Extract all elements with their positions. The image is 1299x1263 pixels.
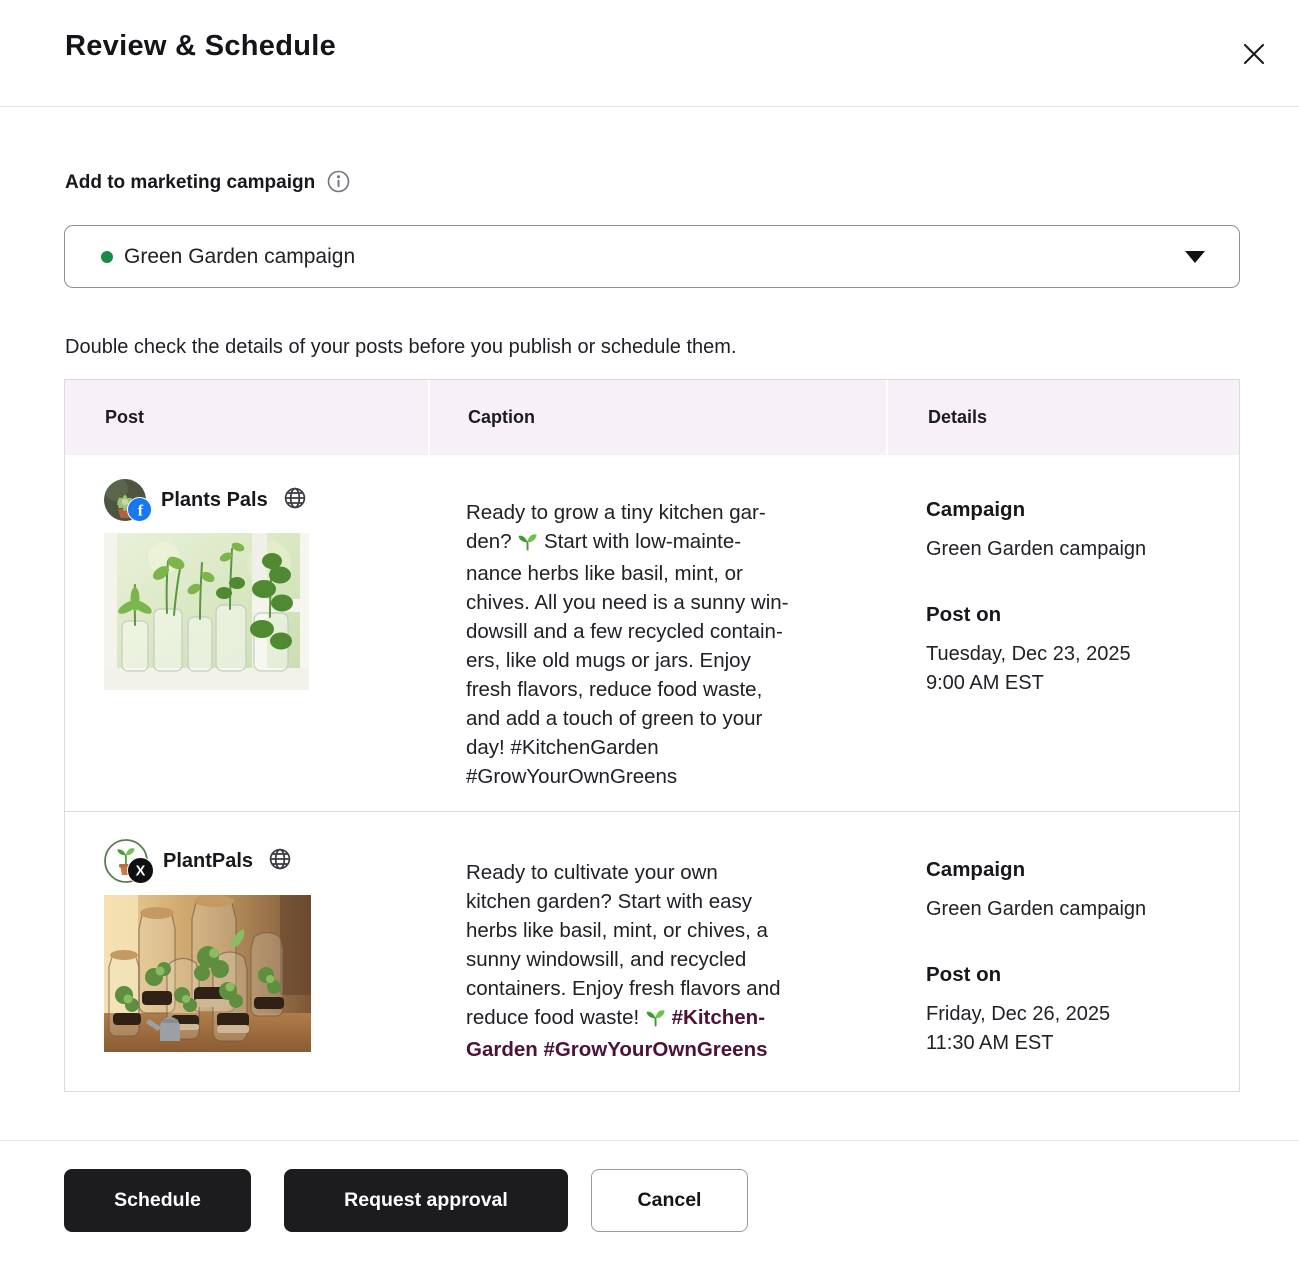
account-name: Plants Pals — [161, 488, 268, 511]
campaign-status-dot — [101, 250, 113, 263]
post-cell: X PlantPals — [65, 812, 428, 1097]
seedling-emoji — [517, 530, 538, 559]
globe-icon — [283, 486, 307, 515]
caption-text: Ready to cultivate your own kitchen gard… — [466, 861, 781, 1061]
footer-divider — [0, 1140, 1299, 1141]
post-on-value: Friday, Dec 26, 2025 11:30 AM EST — [926, 1003, 1111, 1054]
account-name: PlantPals — [163, 849, 254, 872]
post-on-label: Post on — [926, 963, 1002, 986]
instruction-text: Double check the details of your posts b… — [65, 336, 737, 358]
caption-text: Ready to grow a tiny kitchen gar- den? S… — [466, 501, 789, 788]
posts-table: Post Caption Details f Plants Pals Ready… — [64, 379, 1240, 1092]
post-image-terrarium-jars — [104, 895, 428, 1057]
x-icon — [1241, 41, 1267, 70]
table-header: Post Caption Details — [65, 380, 1239, 455]
details-cell: Campaign Green Garden campaign Post on F… — [886, 812, 1239, 1097]
post-cell: f Plants Pals — [65, 455, 428, 811]
campaign-value: Green Garden campaign — [926, 538, 1147, 560]
chevron-down-icon — [1185, 250, 1205, 263]
post-image-windowsill-cuttings — [104, 533, 428, 695]
info-icon — [327, 170, 350, 196]
column-header-post: Post — [65, 380, 428, 455]
seedling-emoji — [645, 1006, 666, 1035]
avatar: X — [104, 839, 154, 884]
schedule-button[interactable]: Schedule — [64, 1169, 251, 1232]
column-header-details: Details — [886, 380, 1239, 455]
campaign-value: Green Garden campaign — [926, 898, 1147, 920]
cancel-button[interactable]: Cancel — [591, 1169, 748, 1232]
footer-actions: Schedule Request approval Cancel — [64, 1169, 748, 1232]
column-header-caption: Caption — [428, 380, 886, 455]
post-on-label: Post on — [926, 603, 1002, 626]
info-button[interactable] — [327, 170, 350, 196]
svg-text:f: f — [138, 502, 144, 519]
request-approval-button[interactable]: Request approval — [284, 1169, 568, 1232]
campaign-label: Campaign — [926, 858, 1026, 881]
globe-icon — [268, 847, 292, 876]
campaign-section-label: Add to marketing campaign — [65, 172, 316, 193]
post-on-value: Tuesday, Dec 23, 2025 9:00 AM EST — [926, 643, 1131, 694]
table-row-facebook-post: f Plants Pals Ready to grow a tiny kitch… — [65, 455, 1239, 812]
campaign-selected-value: Green Garden campaign — [124, 244, 356, 268]
details-cell: Campaign Green Garden campaign Post on T… — [886, 455, 1239, 811]
avatar: f — [104, 479, 152, 522]
x-icon: X — [127, 857, 154, 889]
table-row-x-post: X PlantPals Ready to cultivate your own … — [65, 812, 1239, 1091]
facebook-icon: f — [127, 497, 152, 527]
campaign-dropdown[interactable]: Green Garden campaign — [64, 225, 1240, 288]
page-title: Review & Schedule — [65, 29, 337, 62]
svg-text:X: X — [136, 864, 146, 880]
close-button[interactable] — [1239, 40, 1269, 70]
modal-header: Review & Schedule — [0, 0, 1299, 107]
campaign-label: Campaign — [926, 498, 1026, 521]
review-schedule-modal: Review & Schedule Add to marketing campa… — [0, 0, 1299, 1263]
